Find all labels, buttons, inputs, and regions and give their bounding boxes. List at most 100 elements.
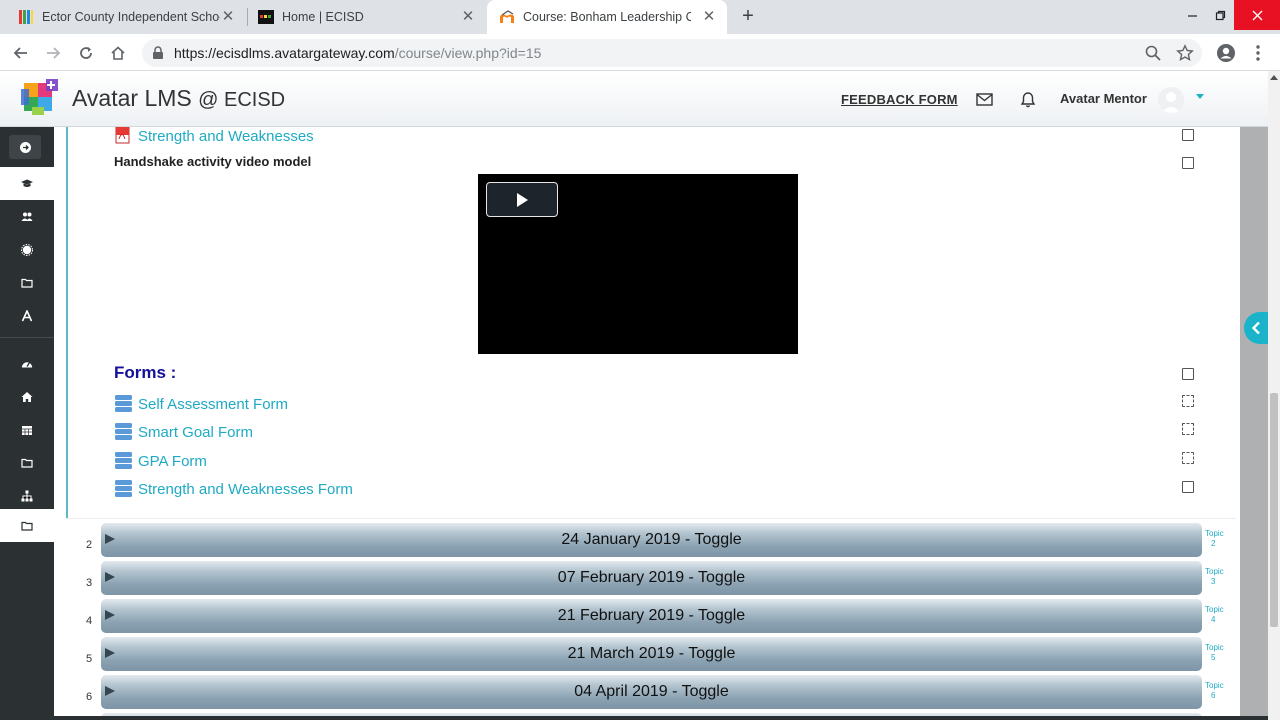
sidebar-item-participants[interactable] [0,200,54,233]
sidebar-item-home[interactable] [0,380,54,413]
profile-icon[interactable] [1216,43,1236,63]
sidebar-item-site-structure[interactable] [0,479,54,512]
home-favicon-icon [258,10,274,24]
sidebar-item-grades[interactable] [0,299,54,332]
new-tab-button[interactable]: + [738,6,758,26]
video-label: Handshake activity video model [114,154,312,169]
site-title-text: Avatar LMS [72,85,192,111]
back-icon[interactable] [10,42,32,64]
completion-checkbox[interactable] [1182,157,1194,169]
footer-strip [0,716,1268,720]
arrow-right-circle-icon [19,141,31,153]
database-form-icon [115,452,132,469]
browser-tab-home-ecisd[interactable]: Home | ECISD ✕ [248,0,486,34]
message-envelope-icon[interactable] [976,93,993,106]
tab-close-icon[interactable]: ✕ [220,9,236,25]
topic-title: 24 January 2019 - Toggle [561,531,742,548]
browser-tab-ector-county[interactable]: Ector County Independent Schoo ✕ [0,0,246,34]
maximize-icon[interactable] [1204,0,1236,30]
topic-toggle-bar[interactable]: 21 February 2019 - Toggle [101,599,1202,633]
address-bar[interactable]: https://ecisdlms.avatargateway.com/cours… [142,39,1202,67]
ecisd-favicon-icon [19,10,33,24]
play-button[interactable] [486,182,558,217]
scroll-thumb[interactable] [1270,393,1278,627]
topic-side-text: Topic [1205,529,1224,538]
notification-bell-icon[interactable] [1020,91,1036,108]
right-drawer-toggle-button[interactable] [1244,312,1268,344]
topic-toggle-bar[interactable]: 07 February 2019 - Toggle [101,561,1202,595]
home-icon[interactable] [107,42,129,64]
topic-toggle-bar[interactable]: 21 March 2019 - Toggle [101,637,1202,671]
completion-checkbox[interactable] [1182,368,1194,380]
topic-side-label[interactable]: Topic 6 [1205,681,1235,701]
topic-side-text: Topic [1205,643,1224,652]
triangle-right-icon [105,534,115,544]
bookmark-star-icon[interactable] [1176,44,1194,62]
zoom-icon[interactable] [1144,44,1162,62]
users-icon [21,212,33,221]
browser-tab-strip: Ector County Independent Schoo ✕ Home | … [0,0,1280,34]
sidebar-item-dashboard[interactable] [0,347,54,380]
topic-side-label[interactable]: Topic 3 [1205,567,1235,587]
right-gutter [1240,127,1268,720]
triangle-right-icon [105,648,115,658]
auto-completion-checkbox [1182,423,1194,435]
page-scrollbar[interactable] [1268,71,1280,720]
window-close-icon[interactable] [1234,0,1280,30]
url-path: /course/view.php?id=15 [394,45,542,61]
video-player[interactable] [478,174,798,354]
graduation-cap-icon [21,179,33,187]
url-host: https://ecisdlms.avatargateway.com [174,45,395,61]
section-left-border [66,127,68,519]
tab-close-icon[interactable]: ✕ [701,9,717,25]
topic-number: 3 [86,577,93,589]
sidebar-toggle-button[interactable] [9,135,41,159]
topic-side-number: 2 [1211,539,1216,548]
topic-side-label[interactable]: Topic 5 [1205,643,1235,663]
home-icon [21,391,33,402]
completion-checkbox[interactable] [1182,129,1194,141]
completion-checkbox[interactable] [1182,481,1194,493]
activity-link-strength-weaknesses[interactable]: Strength and Weaknesses [138,128,314,145]
avatar-lms-logo-icon[interactable] [20,79,60,117]
topic-toggle-bar[interactable]: 24 January 2019 - Toggle [101,523,1202,557]
sidebar-item-content-bank[interactable] [0,509,54,542]
forward-icon[interactable] [42,42,64,64]
topic-side-text: Topic [1205,605,1224,614]
user-avatar[interactable] [1158,87,1184,113]
form-link-strength-weaknesses[interactable]: Strength and Weaknesses Form [138,481,353,498]
feedback-form-link[interactable]: FEEDBACK FORM [841,92,958,107]
topic-title: 21 February 2019 - Toggle [557,607,746,624]
browser-tab-course[interactable]: Course: Bonham Leadership Coa ✕ [487,0,727,34]
topic-title: 07 February 2019 - Toggle [557,569,746,586]
chevron-down-icon[interactable] [1196,94,1204,100]
pdf-file-icon [115,127,130,144]
topic-number: 4 [86,615,93,627]
reload-icon[interactable] [75,42,97,64]
form-link-gpa[interactable]: GPA Form [138,453,207,470]
browser-menu-icon[interactable] [1252,44,1264,62]
form-link-smart-goal[interactable]: Smart Goal Form [138,424,253,441]
user-name[interactable]: Avatar Mentor [1060,91,1147,106]
topic-toggle-bar[interactable]: 04 April 2019 - Toggle [101,675,1202,709]
auto-completion-checkbox [1182,395,1194,407]
form-link-self-assessment[interactable]: Self Assessment Form [138,396,288,413]
topic-side-text: Topic [1205,567,1224,576]
topic-row: 5 21 March 2019 - Toggle Topic 5 [80,637,1240,671]
nav-sidebar [0,127,54,720]
scroll-up-arrow-icon[interactable] [1270,75,1278,80]
forms-heading: Forms : [114,363,177,382]
browser-toolbar: https://ecisdlms.avatargateway.com/cours… [0,34,1280,71]
sidebar-item-calendar[interactable] [0,413,54,446]
topic-side-label[interactable]: Topic 4 [1205,605,1235,625]
sidebar-item-private-files[interactable] [0,446,54,479]
sidebar-item-course[interactable] [0,167,54,200]
topic-number: 6 [86,691,93,703]
site-header: Avatar LMS @ ECISD FEEDBACK FORM Avatar … [0,71,1268,127]
sidebar-item-badges[interactable] [0,233,54,266]
sidebar-item-folder[interactable] [0,266,54,299]
tab-close-icon[interactable]: ✕ [460,9,476,25]
topic-side-label[interactable]: Topic 2 [1205,529,1235,549]
triangle-right-icon [105,572,115,582]
site-title[interactable]: Avatar LMS @ ECISD [72,85,285,112]
